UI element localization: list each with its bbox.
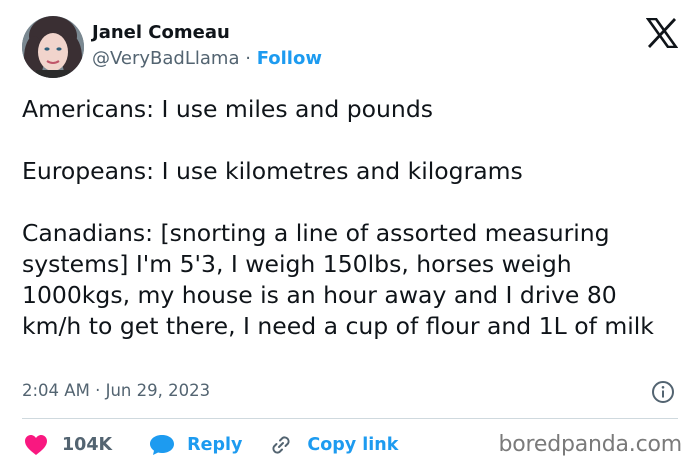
info-icon[interactable] bbox=[651, 380, 675, 404]
copy-link-button[interactable]: Copy link bbox=[269, 433, 398, 457]
tweet-card: Janel Comeau @VeryBadLlama · Follow Amer… bbox=[0, 0, 700, 471]
tweet-meta: 2:04 AM · Jun 29, 2023 bbox=[22, 381, 210, 400]
meta-separator: · bbox=[95, 381, 101, 400]
speech-bubble-icon bbox=[149, 434, 175, 456]
reply-button[interactable]: Reply bbox=[149, 434, 242, 456]
avatar-photo-icon bbox=[22, 16, 84, 78]
x-logo-icon[interactable] bbox=[646, 18, 678, 48]
like-count: 104K bbox=[62, 435, 113, 455]
tweet-text: Americans: I use miles and pounds Europe… bbox=[22, 95, 654, 340]
link-icon bbox=[269, 433, 293, 457]
tweet-time[interactable]: 2:04 AM bbox=[22, 381, 90, 400]
action-bar: 104K Reply Copy link bbox=[24, 432, 398, 458]
heart-icon bbox=[24, 434, 48, 456]
follow-button[interactable]: Follow bbox=[257, 48, 322, 69]
tweet-date[interactable]: Jun 29, 2023 bbox=[106, 381, 211, 400]
author-handle-row: @VeryBadLlama · Follow bbox=[92, 48, 322, 69]
like-button[interactable]: 104K bbox=[24, 434, 112, 456]
divider bbox=[22, 418, 678, 419]
handle-separator: · bbox=[245, 48, 251, 69]
author-handle[interactable]: @VeryBadLlama bbox=[92, 48, 239, 69]
reply-label: Reply bbox=[187, 435, 243, 455]
avatar[interactable] bbox=[22, 16, 84, 78]
author-name[interactable]: Janel Comeau bbox=[92, 22, 230, 43]
copy-link-label: Copy link bbox=[307, 435, 399, 455]
watermark: boredpanda.com bbox=[498, 432, 682, 457]
